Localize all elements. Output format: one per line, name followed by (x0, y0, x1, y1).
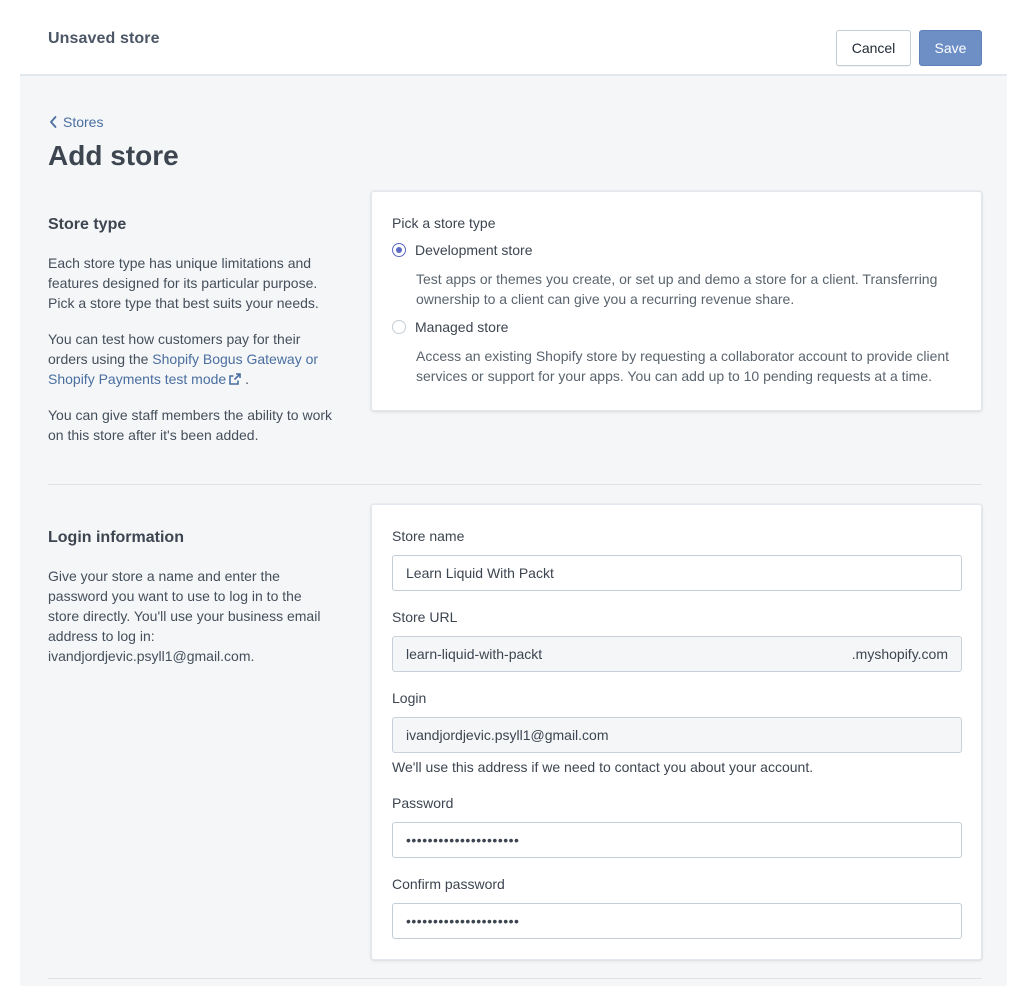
store-type-paragraph-3: You can give staff members the ability t… (48, 407, 333, 443)
store-type-paragraph-2: You can test how customers pay for their… (48, 329, 338, 389)
paragraph-2-suffix: . (241, 371, 249, 387)
radio-development-store[interactable]: Development store (392, 240, 533, 260)
app-frame: Unsaved store Cancel Save Stores Add sto… (20, 0, 1007, 986)
login-info-description: Give your store a name and enter the pas… (48, 568, 321, 664)
radio-button-selected[interactable] (392, 243, 406, 257)
radio-button[interactable] (392, 320, 406, 334)
store-type-card: Pick a store type Development store Test… (371, 191, 982, 411)
password-value: ••••••••••••••••••••• (406, 832, 520, 848)
store-type-paragraph-1: Each store type has unique limitations a… (48, 255, 319, 311)
chevron-left-icon (50, 116, 57, 128)
login-info-card: Store name Learn Liquid With Packt Store… (371, 504, 982, 960)
store-name-input[interactable]: Learn Liquid With Packt (392, 555, 962, 591)
login-help-text: We'll use this address if we need to con… (392, 759, 814, 775)
password-label: Password (392, 795, 454, 811)
topbar-title: Unsaved store (48, 30, 160, 47)
confirm-password-input[interactable]: ••••••••••••••••••••• (392, 903, 962, 939)
password-input[interactable]: ••••••••••••••••••••• (392, 822, 962, 858)
save-button[interactable]: Save (919, 30, 982, 66)
development-store-description: Test apps or themes you create, or set u… (416, 271, 938, 307)
store-type-description: Each store type has unique limitations a… (48, 253, 338, 461)
top-bar: Unsaved store Cancel Save (20, 0, 1007, 76)
login-value: ivandjordjevic.psyll1@gmail.com (406, 727, 609, 743)
store-url-suffix: .myshopify.com (851, 646, 948, 662)
store-type-heading: Store type (48, 216, 127, 233)
login-info-heading: Login information (48, 529, 184, 546)
page-title: Add store (48, 140, 179, 171)
cancel-button[interactable]: Cancel (836, 30, 911, 66)
login-label: Login (392, 690, 427, 706)
confirm-password-value: ••••••••••••••••••••• (406, 913, 520, 929)
breadcrumb-label: Stores (63, 114, 104, 130)
store-url-label: Store URL (392, 609, 458, 625)
managed-store-description: Access an existing Shopify store by requ… (416, 348, 950, 384)
breadcrumb[interactable]: Stores (48, 114, 103, 130)
store-url-value: learn-liquid-with-packt (406, 646, 543, 662)
section-divider (48, 484, 982, 485)
login-input[interactable]: ivandjordjevic.psyll1@gmail.com (392, 717, 962, 753)
section-divider-bottom (48, 978, 982, 979)
external-link-icon (229, 373, 242, 385)
pick-store-type-label: Pick a store type (392, 215, 496, 231)
confirm-password-label: Confirm password (392, 876, 505, 892)
store-name-label: Store name (392, 528, 465, 544)
store-name-value: Learn Liquid With Packt (406, 565, 554, 581)
store-url-input[interactable]: learn-liquid-with-packt .myshopify.com (392, 636, 962, 672)
radio-managed-store[interactable]: Managed store (392, 317, 508, 337)
managed-store-label: Managed store (415, 319, 509, 335)
development-store-label: Development store (415, 242, 533, 258)
